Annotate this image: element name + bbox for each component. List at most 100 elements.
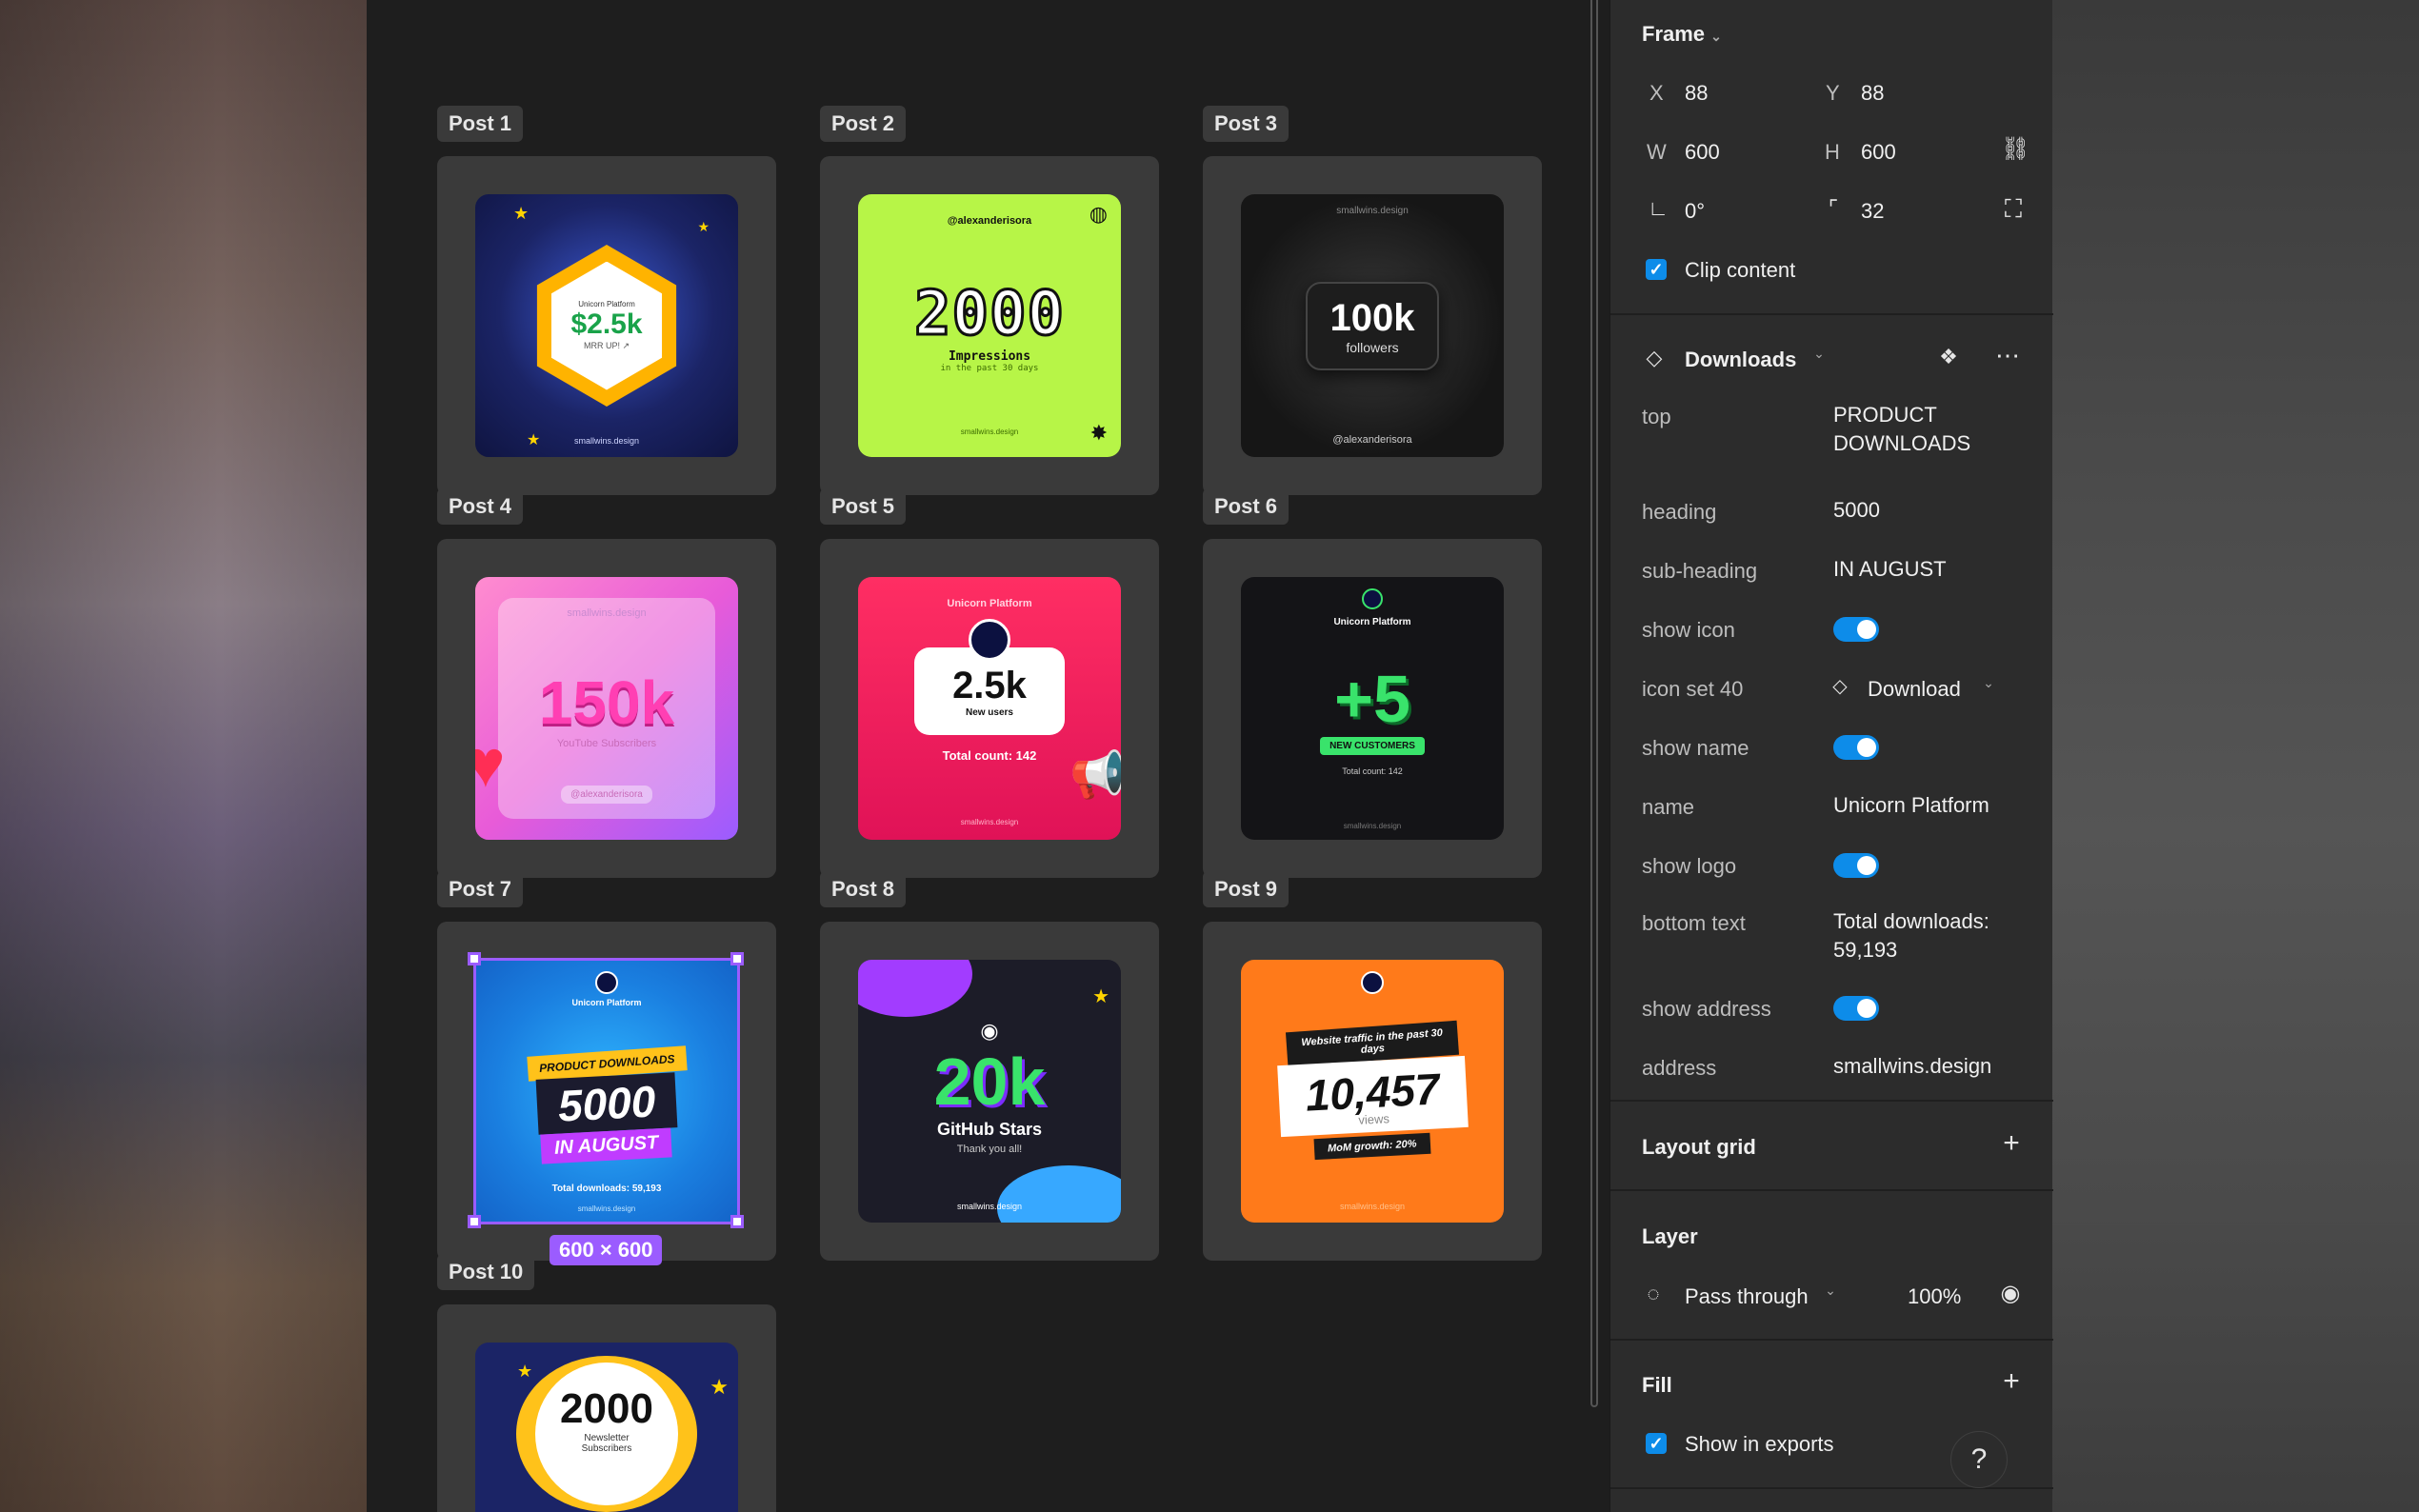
resize-handle[interactable]	[468, 952, 481, 965]
resize-handle[interactable]	[730, 952, 744, 965]
post-frame-6[interactable]: Unicorn Platform +5 NEW CUSTOMERS Total …	[1203, 539, 1542, 878]
opacity-input[interactable]: 100%	[1908, 1284, 1961, 1309]
post-text: MoM growth: 20%	[1313, 1132, 1431, 1160]
height-input[interactable]: 600	[1861, 140, 1896, 165]
starburst-icon: ✸	[1090, 421, 1108, 445]
property-toggle[interactable]	[1833, 735, 1879, 760]
post-frame-5[interactable]: Unicorn Platform 2.5k New users Total co…	[820, 539, 1159, 878]
star-icon: ★	[527, 432, 541, 448]
property-toggle[interactable]	[1833, 853, 1879, 878]
post-label[interactable]: Post 7	[437, 871, 524, 907]
post-label[interactable]: Post 9	[1203, 871, 1289, 907]
post-frame-1[interactable]: Unicorn Platform $2.5k MRR UP! ↗ smallwi…	[437, 156, 776, 495]
post-text: in the past 30 days	[940, 363, 1039, 373]
post-frame-7-selected[interactable]: Unicorn Platform PRODUCT DOWNLOADS 5000 …	[437, 922, 776, 1265]
show-in-exports-checkbox[interactable]: ✓	[1646, 1433, 1667, 1454]
post-frame-4[interactable]: smallwins.design 150k YouTube Subscriber…	[437, 539, 776, 878]
property-key: name	[1642, 795, 1695, 819]
property-toggle[interactable]	[1833, 996, 1879, 1021]
go-to-main-component-icon[interactable]: ❖	[1936, 345, 1961, 369]
rotation-icon: ∟	[1648, 196, 1669, 220]
rotation-input[interactable]: 0°	[1685, 199, 1705, 224]
post-frame-3[interactable]: smallwins.design 100k followers @alexand…	[1203, 156, 1542, 495]
chevron-down-icon[interactable]: ⌄	[1810, 346, 1828, 362]
property-key: show name	[1642, 736, 1749, 760]
post-text: Subscribers	[581, 1443, 632, 1454]
chevron-down-icon[interactable]: ⌄	[1822, 1283, 1839, 1299]
post-artwork: Unicorn Platform $2.5k MRR UP! ↗ smallwi…	[475, 194, 738, 457]
post-heading: 20k	[933, 1044, 1046, 1119]
y-input[interactable]: 88	[1861, 81, 1884, 106]
resize-handle[interactable]	[468, 1215, 481, 1228]
post-text: smallwins.design	[567, 607, 647, 619]
github-icon: ◉	[980, 1018, 999, 1043]
independent-corners-icon[interactable]: ⛶	[2001, 194, 2026, 225]
post-text: MRR UP! ↗	[583, 341, 630, 350]
post-text: smallwins.design	[573, 436, 640, 446]
component-name[interactable]: Downloads	[1685, 348, 1796, 372]
post-frame-8[interactable]: ◉ 20k GitHub Stars Thank you all! smallw…	[820, 922, 1159, 1261]
post-text: @alexanderisora	[561, 786, 652, 804]
blend-mode-select[interactable]: Pass through	[1685, 1284, 1809, 1309]
post-label[interactable]: Post 8	[820, 871, 907, 907]
post-text: Thank you all!	[956, 1143, 1023, 1155]
post-label[interactable]: Post 2	[820, 106, 907, 142]
post-text: Total downloads: 59,193	[551, 1184, 662, 1194]
layout-grid-title: Layout grid	[1642, 1135, 1756, 1159]
add-fill-icon[interactable]: +	[1997, 1365, 2026, 1398]
post-text: Unicorn Platform	[1333, 617, 1411, 627]
x-input[interactable]: 88	[1685, 81, 1708, 106]
eye-icon[interactable]: ◉	[1995, 1280, 2026, 1307]
property-instance-select[interactable]: Download	[1868, 677, 1961, 702]
post-frame-9[interactable]: Website traffic in the past 30 days 10,4…	[1203, 922, 1542, 1261]
property-value[interactable]: IN AUGUST	[1833, 555, 1947, 584]
frame-section-title[interactable]: Frame ⌄	[1642, 22, 1722, 47]
canvas[interactable]: Post 1 Unicorn Platform $2.5k MRR UP! ↗ …	[367, 0, 1609, 1512]
add-layout-grid-icon[interactable]: +	[1997, 1127, 2026, 1160]
more-options-icon[interactable]: ⋯	[1991, 341, 2024, 370]
clip-content-checkbox[interactable]: ✓	[1646, 259, 1667, 280]
canvas-scrollbar[interactable]	[1590, 0, 1598, 1407]
post-text: @alexanderisora	[947, 215, 1032, 227]
post-label[interactable]: Post 6	[1203, 488, 1289, 525]
post-text: followers	[1346, 339, 1399, 355]
post-artwork: smallwins.design 150k YouTube Subscriber…	[475, 577, 738, 840]
logo-icon	[1361, 971, 1384, 994]
post-label[interactable]: Post 10	[437, 1254, 535, 1290]
post-label[interactable]: Post 5	[820, 488, 907, 525]
property-value[interactable]: smallwins.design	[1833, 1052, 1991, 1081]
post-text: Unicorn Platform	[578, 300, 635, 308]
post-text: Unicorn Platform	[571, 998, 642, 1007]
star-icon: ★	[710, 1375, 729, 1399]
post-label[interactable]: Post 1	[437, 106, 524, 142]
post-artwork: @alexanderisora 2000 Impressions in the …	[858, 194, 1121, 457]
post-label[interactable]: Post 3	[1203, 106, 1289, 142]
post-text: @alexanderisora	[1332, 434, 1412, 446]
post-heading: 5000	[535, 1071, 678, 1135]
chevron-down-icon[interactable]: ⌄	[1980, 675, 1997, 691]
property-value[interactable]: PRODUCT DOWNLOADS	[1833, 401, 1970, 458]
blend-mode-icon: ◌	[1647, 1282, 1660, 1305]
resize-handle[interactable]	[730, 1215, 744, 1228]
constrain-proportions-icon[interactable]: ⛓	[2001, 135, 2029, 163]
post-label[interactable]: Post 4	[437, 488, 524, 525]
property-key: show address	[1642, 997, 1771, 1021]
post-text: YouTube Subscribers	[556, 738, 657, 749]
width-input[interactable]: 600	[1685, 140, 1720, 165]
component-instance-icon: ◇	[1646, 346, 1663, 369]
post-text: smallwins.design	[577, 1204, 636, 1213]
post-frame-10[interactable]: 2000 Newsletter Subscribers ★ ★	[437, 1304, 776, 1512]
property-value[interactable]: Unicorn Platform	[1833, 791, 1989, 820]
property-toggle[interactable]	[1833, 617, 1879, 642]
post-frame-2[interactable]: @alexanderisora 2000 Impressions in the …	[820, 156, 1159, 495]
property-key: heading	[1642, 500, 1717, 524]
post-heading: +5	[1334, 661, 1410, 736]
property-key: show logo	[1642, 854, 1737, 878]
property-value[interactable]: Total downloads: 59,193	[1833, 907, 1989, 965]
post-artwork: ◉ 20k GitHub Stars Thank you all! smallw…	[858, 960, 1121, 1223]
h-label: H	[1825, 140, 1840, 164]
help-button[interactable]: ?	[1950, 1431, 2008, 1488]
corner-radius-input[interactable]: 32	[1861, 199, 1884, 224]
post-text: NEW CUSTOMERS	[1320, 736, 1425, 755]
property-value[interactable]: 5000	[1833, 496, 1880, 525]
